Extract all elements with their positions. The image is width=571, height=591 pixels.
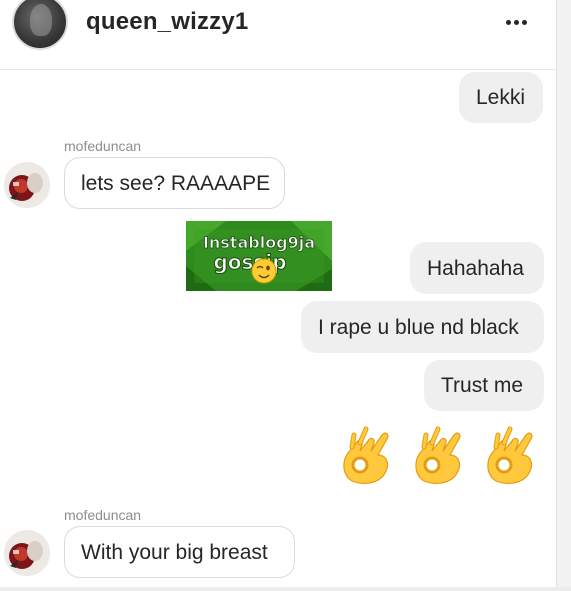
ok-hand-icon xyxy=(343,426,389,484)
sticker-graphic: Instablog9ja gossip xyxy=(186,221,332,291)
message-bubble-outgoing[interactable]: Trust me xyxy=(424,360,544,411)
message-bubble-outgoing[interactable]: I rape u blue nd black xyxy=(301,301,544,353)
avatar-image xyxy=(4,162,50,208)
instablog-sticker[interactable]: Instablog9ja gossip xyxy=(186,221,332,291)
sender-avatar[interactable] xyxy=(4,162,50,208)
sender-name: mofeduncan xyxy=(64,507,142,523)
sender-name: mofeduncan xyxy=(64,138,142,154)
more-dot xyxy=(513,19,519,25)
ok-hand-icon xyxy=(415,426,461,484)
more-dot xyxy=(505,19,511,25)
bottom-border xyxy=(0,587,571,591)
ok-hand-icon xyxy=(487,426,533,484)
ok-hand-emoji-message[interactable] xyxy=(338,421,542,489)
avatar-image xyxy=(4,530,50,576)
chat-header: queen_wizzy1 xyxy=(0,0,556,70)
more-dot xyxy=(521,19,527,25)
header-avatar[interactable] xyxy=(12,0,68,50)
message-bubble-outgoing[interactable]: Hahahaha xyxy=(410,242,544,294)
message-bubble-incoming[interactable]: With your big breast xyxy=(64,526,295,578)
message-bubble-incoming[interactable]: lets see? RAAAAPE xyxy=(64,157,285,209)
message-bubble-outgoing[interactable]: Lekki xyxy=(459,72,543,123)
right-border xyxy=(556,0,571,591)
winking-face-icon xyxy=(251,258,277,284)
chat-username[interactable]: queen_wizzy1 xyxy=(86,8,248,36)
more-options-icon[interactable] xyxy=(496,10,536,34)
sender-avatar[interactable] xyxy=(4,530,50,576)
